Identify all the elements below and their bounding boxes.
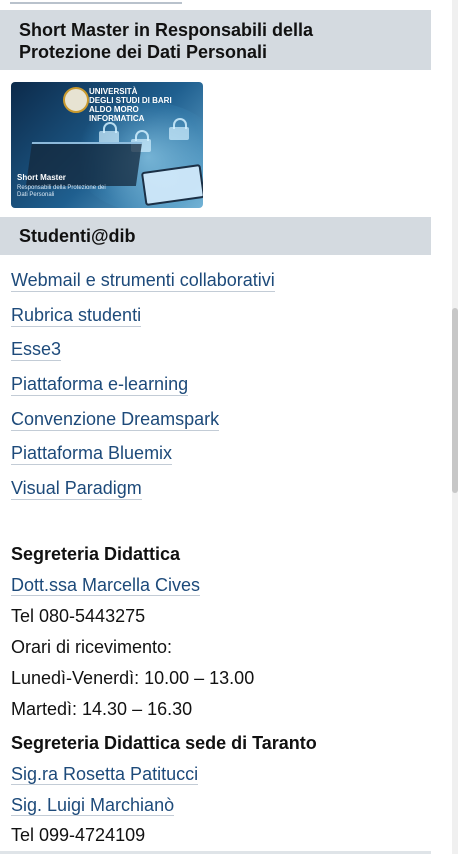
segreteria-tel: Tel 080-5443275 bbox=[11, 606, 146, 626]
short-master-header: Short Master in Responsabili della Prote… bbox=[0, 10, 431, 70]
list-item: Webmail e strumenti collaborativi bbox=[11, 267, 275, 302]
university-line-1: UNIVERSITÀ bbox=[89, 87, 138, 96]
university-line-2: DEGLI STUDI DI BARI bbox=[89, 96, 172, 105]
short-master-banner[interactable]: UNIVERSITÀ DEGLI STUDI DI BARI ALDO MORO… bbox=[11, 82, 203, 208]
link-webmail[interactable]: Webmail e strumenti collaborativi bbox=[11, 270, 275, 292]
university-line-3: ALDO MORO bbox=[89, 105, 139, 114]
studenti-header: Studenti@dib bbox=[0, 217, 431, 255]
top-divider bbox=[10, 0, 182, 4]
studenti-link-list: Webmail e strumenti collaborativi Rubric… bbox=[11, 267, 275, 510]
university-seal-icon bbox=[63, 87, 89, 113]
lock-icon bbox=[169, 118, 189, 140]
link-piattaforma-bluemix[interactable]: Piattaforma Bluemix bbox=[11, 443, 173, 466]
scrollbar-thumb[interactable] bbox=[452, 308, 458, 493]
link-convenzione-dreamspark[interactable]: Convenzione Dreamspark bbox=[11, 408, 220, 431]
list-item: Visual Paradigm bbox=[11, 475, 275, 510]
link-piattaforma-elearning[interactable]: Piattaforma e-learning bbox=[11, 374, 189, 397]
link-rubrica-studenti[interactable]: Rubrica studenti bbox=[11, 304, 142, 327]
list-item: Piattaforma e-learning bbox=[11, 371, 275, 406]
taranto-contact-link-1[interactable]: Sig.ra Rosetta Patitucci bbox=[11, 764, 199, 785]
list-item: Convenzione Dreamspark bbox=[11, 406, 275, 441]
orari-lunedi-venerdi: Lunedì-Venerdì: 10.00 – 13.00 bbox=[11, 668, 255, 688]
segreteria-heading: Segreteria Didattica bbox=[11, 544, 181, 564]
vertical-scrollbar[interactable] bbox=[452, 0, 458, 854]
banner-title: Short Master bbox=[17, 173, 66, 182]
link-esse3[interactable]: Esse3 bbox=[11, 339, 62, 362]
list-item: Piattaforma Bluemix bbox=[11, 440, 275, 475]
segreteria-contact-link[interactable]: Dott.ssa Marcella Cives bbox=[11, 575, 201, 596]
link-visual-paradigm[interactable]: Visual Paradigm bbox=[11, 478, 142, 501]
list-item: Rubrica studenti bbox=[11, 302, 275, 337]
studenti-heading: Studenti@dib bbox=[19, 226, 136, 246]
banner-subtitle: Responsabili della Protezione dei Dati P… bbox=[17, 185, 106, 198]
short-master-heading: Short Master in Responsabili della Prote… bbox=[19, 20, 314, 62]
orari-martedi: Martedì: 14.30 – 16.30 bbox=[11, 699, 193, 719]
list-item: Esse3 bbox=[11, 336, 275, 371]
taranto-heading: Segreteria Didattica sede di Taranto bbox=[11, 733, 317, 753]
taranto-contact-link-2[interactable]: Sig. Luigi Marchianò bbox=[11, 795, 175, 816]
lock-icon bbox=[99, 122, 119, 144]
orari-label: Orari di ricevimento: bbox=[11, 637, 173, 657]
taranto-tel: Tel 099-4724109 bbox=[11, 825, 146, 845]
